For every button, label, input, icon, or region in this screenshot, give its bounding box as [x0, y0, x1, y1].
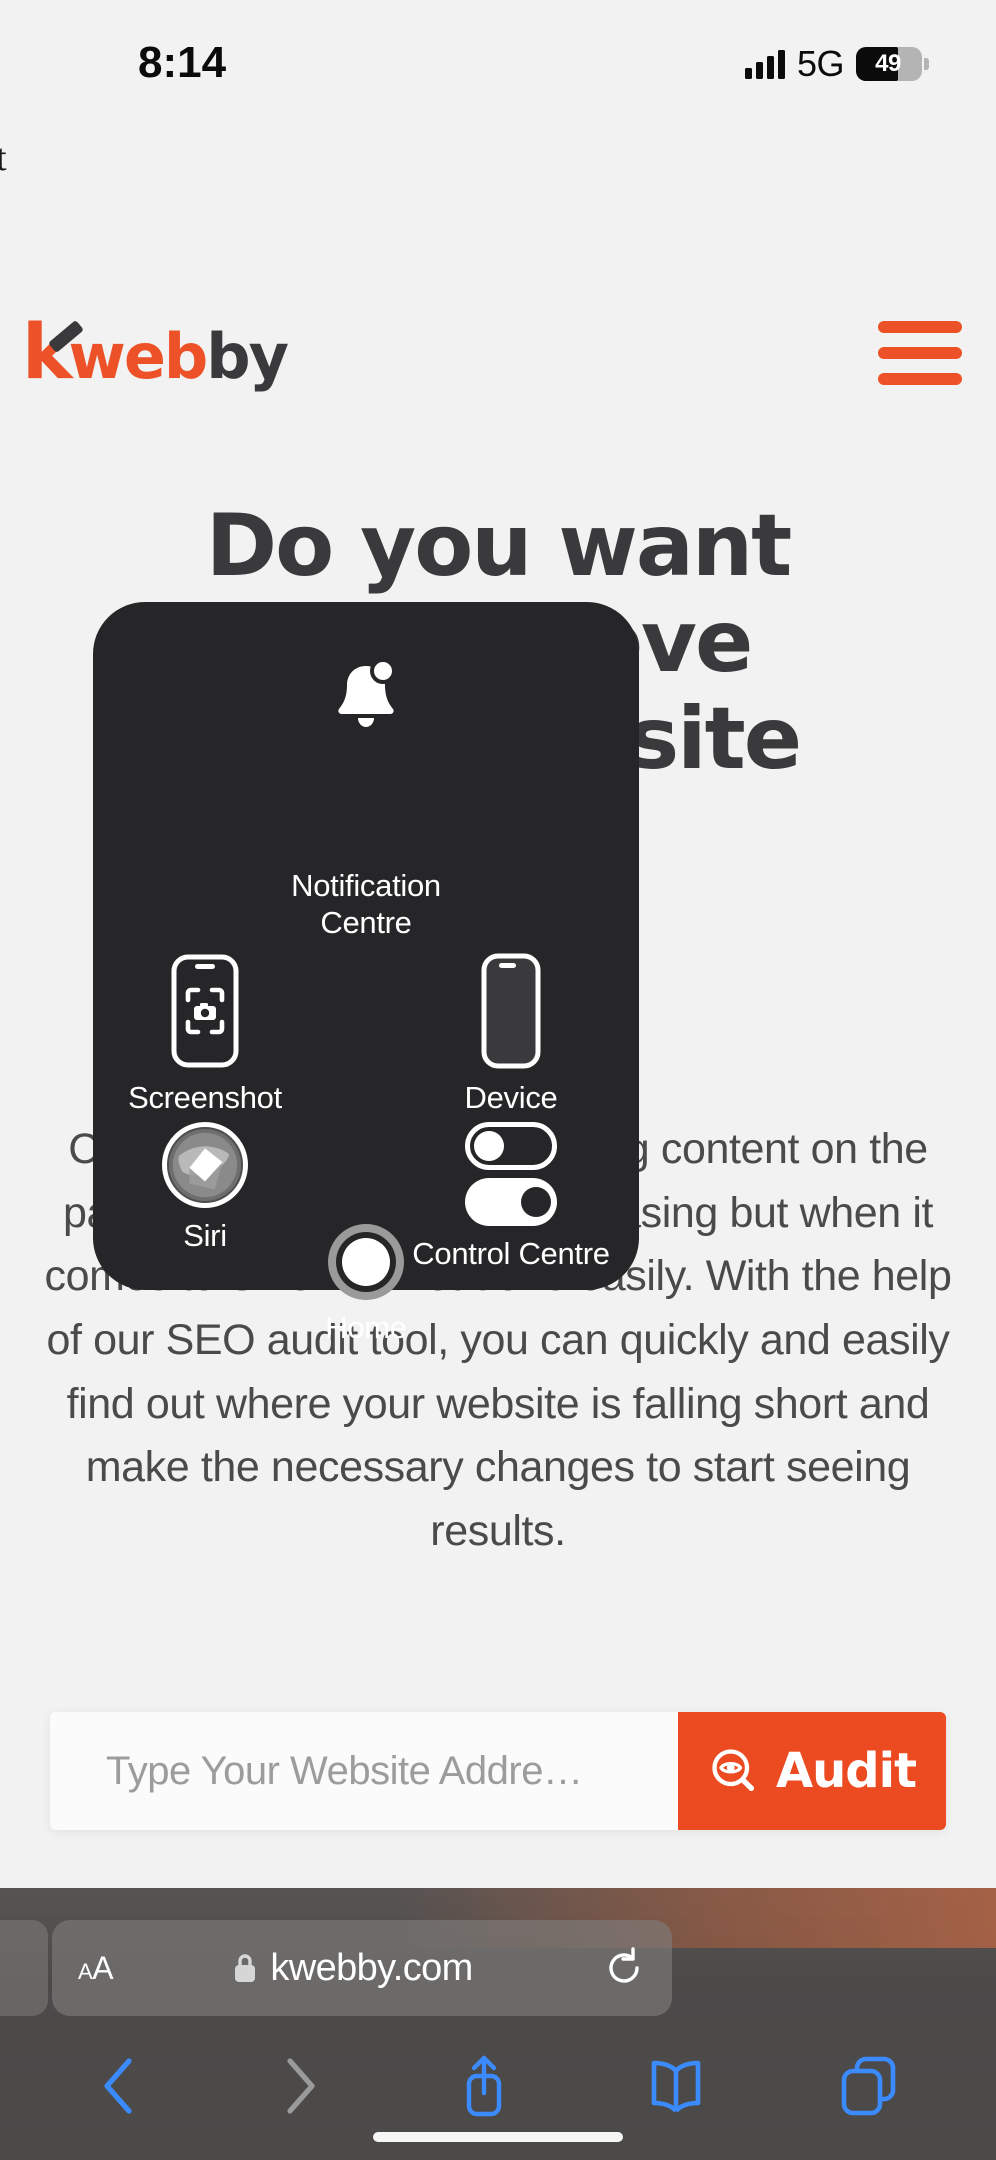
- assistive-touch-menu[interactable]: Notification Centre Screenshot Device Si…: [93, 602, 639, 1345]
- share-icon[interactable]: [456, 2051, 512, 2121]
- status-bar-time: 8:14: [138, 38, 227, 87]
- assistive-item-home[interactable]: Home: [258, 1224, 474, 1347]
- assistive-item-label: Screenshot: [128, 1080, 282, 1115]
- status-bar-indicators: 5G 49: [744, 43, 929, 85]
- page-title-line-1: Do you want: [205, 496, 793, 596]
- assistive-item-label: Siri: [183, 1218, 227, 1253]
- book-icon[interactable]: [646, 2056, 706, 2116]
- hamburger-bar: [878, 373, 962, 385]
- battery-percent-label: 49: [875, 50, 901, 77]
- home-ring-inner: [336, 1232, 396, 1292]
- site-header: k web by: [0, 288, 996, 418]
- clipped-text-fragment: t: [0, 137, 7, 179]
- website-address-input[interactable]: Type Your Website Addre…: [50, 1712, 678, 1830]
- safari-bottom-bar: AA kwebby.com: [0, 1888, 996, 2160]
- status-bar: 8:14 5G 49: [0, 0, 996, 118]
- hamburger-bar: [878, 321, 962, 333]
- network-type-label: 5G: [796, 43, 845, 84]
- toggle-knob: [474, 1131, 504, 1161]
- bell-icon: [338, 658, 396, 727]
- screenshot-icon: [171, 954, 239, 1068]
- assistive-item-notification-centre[interactable]: Notification Centre: [266, 658, 466, 941]
- logo-text-by: by: [206, 319, 289, 393]
- site-logo[interactable]: k web by: [22, 306, 289, 396]
- audit-button-label: Audit: [775, 1743, 917, 1799]
- assistive-item-label: Device: [464, 1080, 558, 1115]
- safari-toolbar: [0, 2038, 996, 2134]
- siri-icon: [162, 1122, 248, 1208]
- audit-form: Type Your Website Addre… Audit: [50, 1712, 946, 1830]
- audit-button[interactable]: Audit: [678, 1712, 946, 1830]
- siri-orb-glyph: [168, 1128, 242, 1202]
- logo-text-web: web: [68, 319, 209, 393]
- device-icon: [481, 953, 541, 1069]
- assistive-item-screenshot[interactable]: Screenshot: [105, 952, 305, 1117]
- toggles-icon: [465, 1122, 557, 1226]
- home-ring-dot: [342, 1238, 390, 1286]
- toggle-off-glyph: [465, 1122, 557, 1170]
- eye-target-icon: [712, 1749, 754, 1792]
- toggle-on-glyph: [465, 1178, 557, 1226]
- home-indicator: [373, 2132, 623, 2142]
- logo-letter-k: k: [22, 306, 73, 396]
- tabs-icon[interactable]: [839, 2055, 899, 2117]
- assistive-item-device[interactable]: Device: [411, 952, 611, 1117]
- notification-centre-icon-wrap: [266, 658, 466, 740]
- cellular-bars-icon: [744, 49, 785, 79]
- toggle-knob: [521, 1187, 551, 1217]
- adjacent-tab-preview[interactable]: [0, 1920, 48, 2016]
- battery-icon: 49: [856, 47, 929, 81]
- chevron-right-icon: [287, 2058, 315, 2114]
- url-display[interactable]: kwebby.com: [103, 1947, 602, 1990]
- hamburger-bar: [878, 347, 962, 359]
- address-bar[interactable]: AA kwebby.com: [52, 1920, 672, 2016]
- url-text: kwebby.com: [270, 1946, 473, 1989]
- chevron-left-icon[interactable]: [97, 2055, 143, 2117]
- hamburger-menu-icon[interactable]: [878, 321, 962, 385]
- reload-icon[interactable]: [602, 1946, 646, 1990]
- home-button-icon: [328, 1224, 404, 1300]
- assistive-item-label: Notification Centre: [291, 868, 441, 940]
- website-address-placeholder: Type Your Website Addre…: [106, 1748, 583, 1793]
- battery-nub: [924, 58, 929, 70]
- assistive-item-label: Home: [325, 1310, 407, 1345]
- screen: 8:14 5G 49 t kwebby Do you want to impro…: [0, 0, 996, 2160]
- lock-icon: [235, 1954, 256, 1982]
